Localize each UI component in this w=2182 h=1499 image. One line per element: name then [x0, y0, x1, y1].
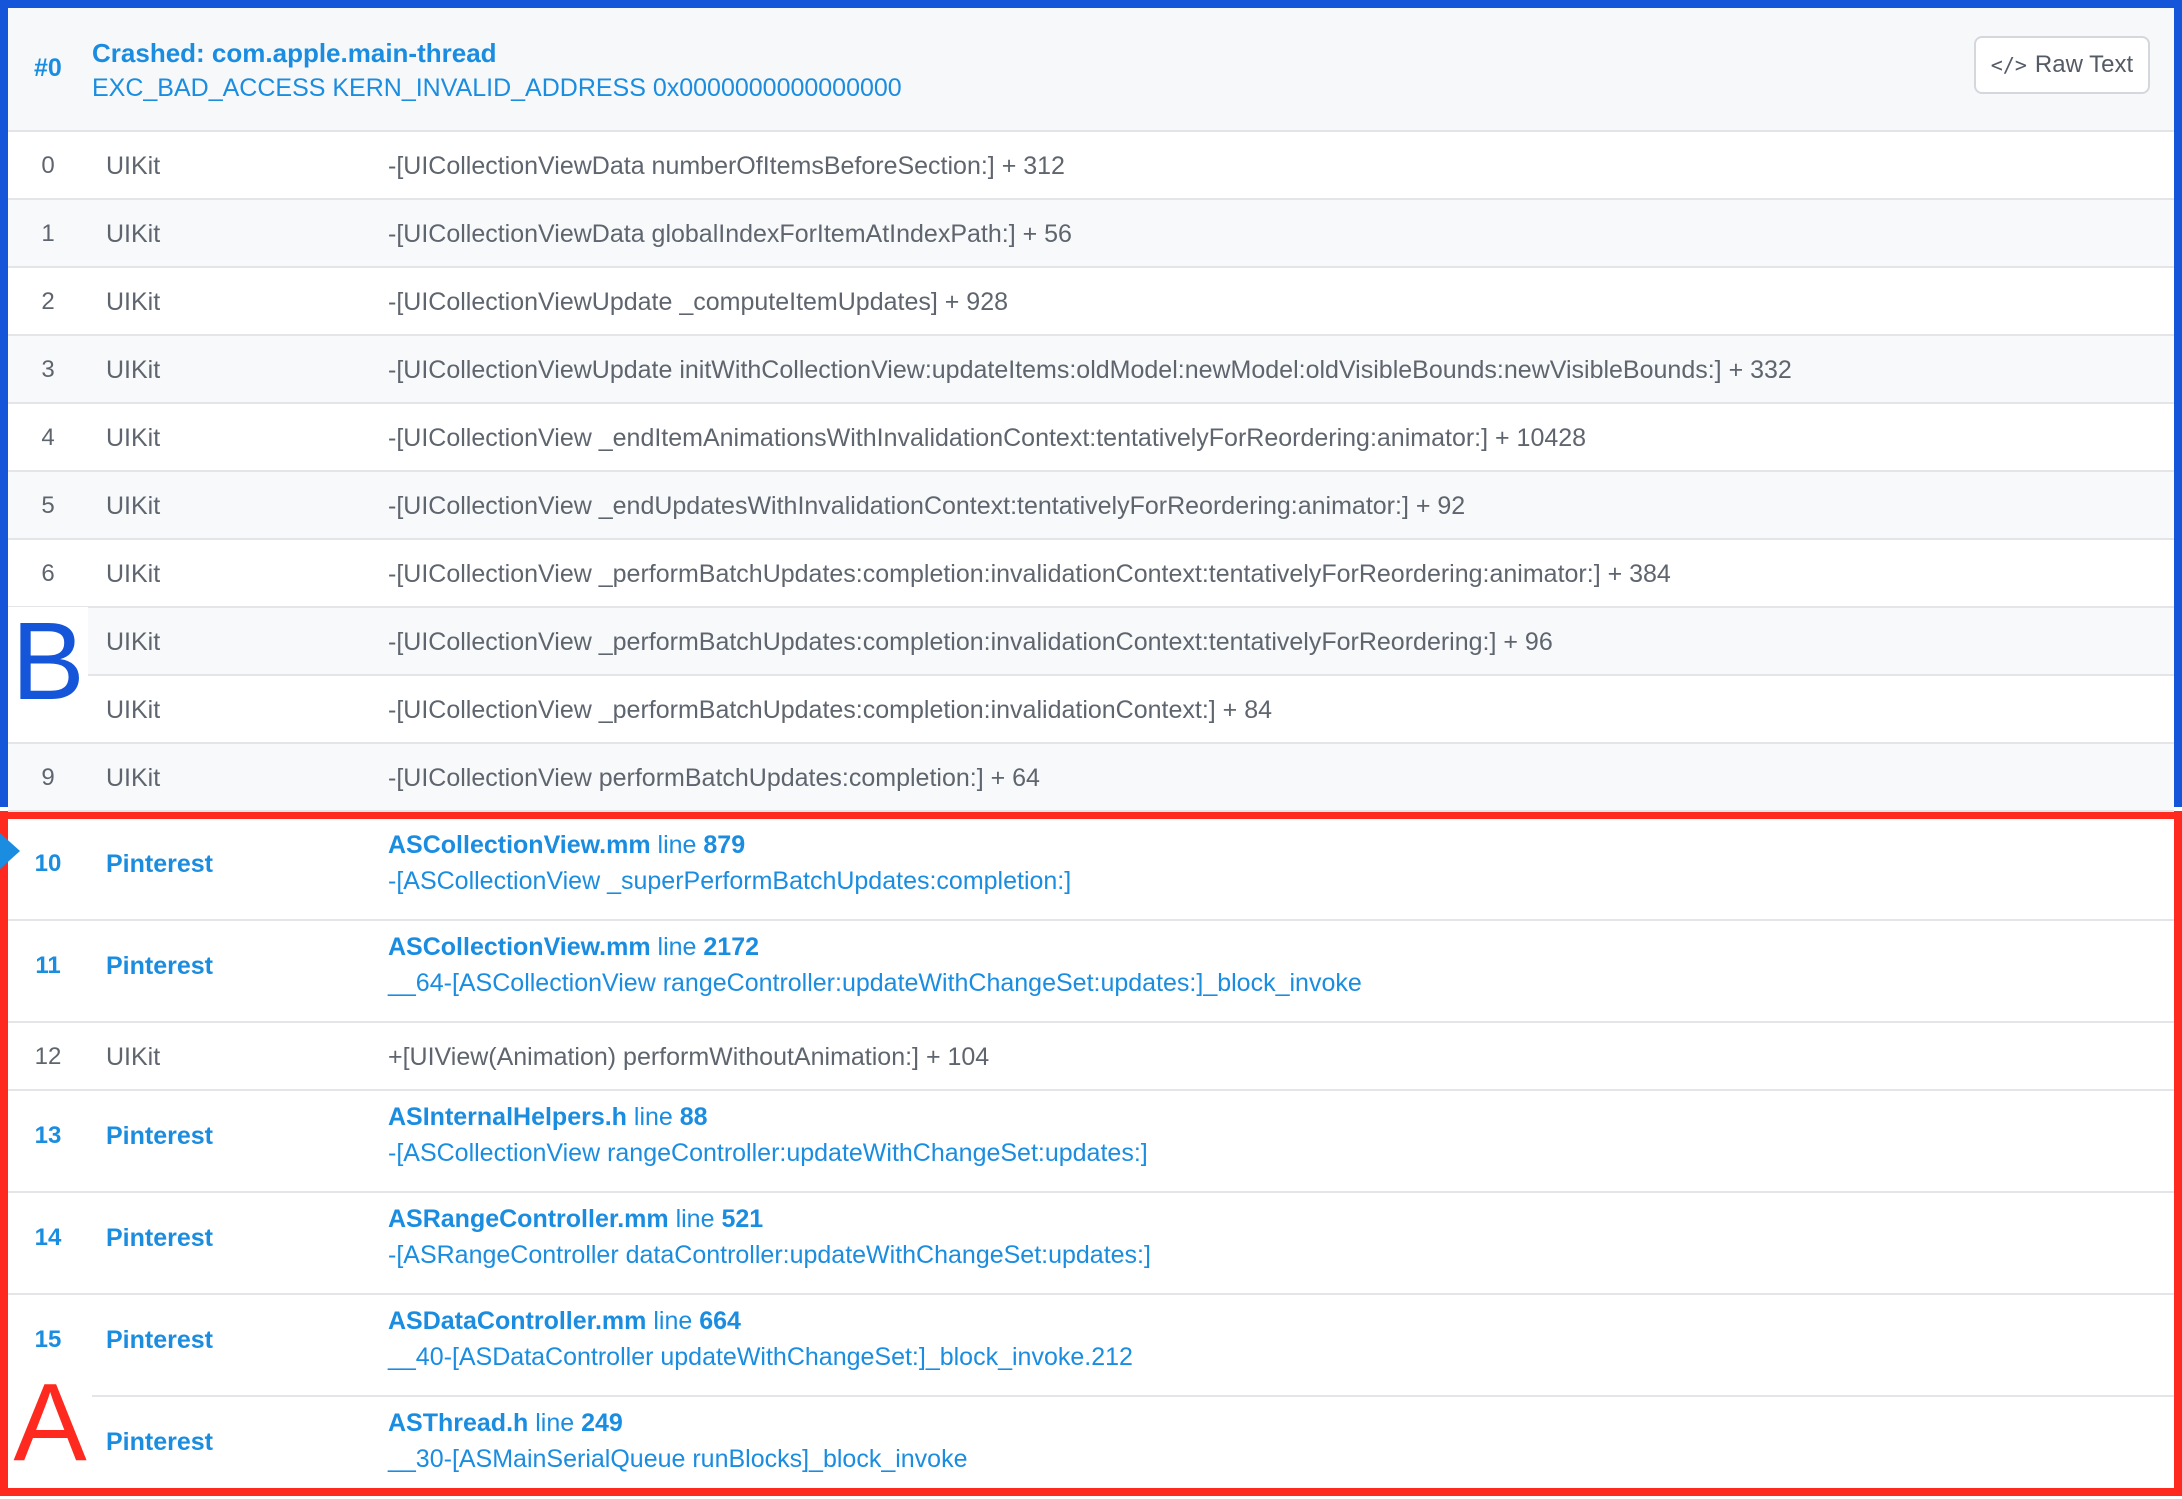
table-row[interactable]: Pinterest ASThread.h line 249 __30-[ASMain… [8, 1397, 2174, 1499]
frame-library: UIKit [106, 220, 161, 248]
table-row[interactable]: 14 Pinterest ASRangeController.mm line 521… [8, 1193, 2174, 1295]
source-location[interactable]: ASCollectionView.mm line 879 [388, 831, 745, 860]
source-location[interactable]: ASCollectionView.mm line 2172 [388, 933, 759, 962]
frame-function: -[ASRangeController dataController:updat… [388, 1241, 1151, 1269]
frame-number: 12 [34, 1043, 62, 1070]
table-row[interactable]: 9 UIKit -[UICollectionView performBatchUpd… [8, 744, 2174, 812]
frame-library: UIKit [106, 764, 161, 792]
line-label: line [535, 1409, 575, 1437]
table-row[interactable]: 1 UIKit -[UICollectionViewData globalIndex… [8, 200, 2174, 268]
frame-number: 5 [41, 492, 55, 519]
table-row[interactable]: 15 Pinterest ASDataController.mm line 664 _… [8, 1295, 2174, 1397]
frame-symbol: -[UICollectionView _endItemAnimationsWit… [388, 424, 1587, 452]
selected-frame-marker-icon [0, 833, 20, 869]
frame-symbol: -[UICollectionView _endUpdatesWithInvali… [388, 492, 1466, 520]
frame-number: 9 [41, 764, 55, 791]
crash-header: #0 Crashed: com.apple.main-thread EXC_BA… [8, 8, 2174, 132]
source-file-name: ASDataController.mm [388, 1307, 647, 1335]
frame-symbol: -[UICollectionView _performBatchUpdates:… [388, 696, 1273, 724]
crash-reason: EXC_BAD_ACCESS KERN_INVALID_ADDRESS 0x00… [92, 74, 902, 102]
table-row[interactable]: UIKit -[UICollectionView _performBatchUpd… [8, 608, 2174, 676]
frame-library: UIKit [106, 696, 161, 724]
frame-number: 15 [34, 1326, 62, 1353]
source-file-name: ASThread.h [388, 1409, 529, 1437]
frame-library: Pinterest [106, 952, 213, 980]
frame-number: 1 [41, 220, 55, 247]
frame-function: -[ASCollectionView rangeController:updat… [388, 1139, 1148, 1167]
frame-symbol: -[UICollectionViewUpdate _computeItemUpd… [388, 288, 1009, 316]
table-row[interactable]: 2 UIKit -[UICollectionViewUpdate _computeI… [8, 268, 2174, 336]
frame-library: UIKit [106, 1043, 161, 1071]
frame-symbol: -[UICollectionViewUpdate initWithCollect… [388, 356, 1792, 384]
frame-function: __40-[ASDataController updateWithChangeS… [388, 1343, 1133, 1371]
source-location[interactable]: ASInternalHelpers.h line 88 [388, 1103, 708, 1132]
raw-text-button[interactable]: </> Raw Text [1974, 36, 2150, 94]
frame-library: UIKit [106, 356, 161, 384]
table-row[interactable]: 6 UIKit -[UICollectionView _performBatchUp… [8, 540, 2174, 608]
frame-library: UIKit [106, 492, 161, 520]
line-label: line [633, 1103, 673, 1131]
frame-symbol: -[UICollectionView _performBatchUpdates:… [388, 560, 1671, 588]
frame-number: 10 [34, 850, 62, 877]
line-number: 249 [581, 1409, 623, 1437]
frame-number: 4 [41, 424, 55, 451]
code-icon: </> [1990, 53, 2027, 77]
source-location[interactable]: ASThread.h line 249 [388, 1409, 623, 1438]
annotation-label-b: B [8, 607, 88, 733]
source-file-name: ASCollectionView.mm [388, 831, 651, 859]
frame-library: Pinterest [106, 850, 213, 878]
line-number: 664 [699, 1307, 741, 1335]
frame-library: UIKit [106, 628, 161, 656]
source-location[interactable]: ASRangeController.mm line 521 [388, 1205, 763, 1234]
frame-function: __30-[ASMainSerialQueue runBlocks]_block… [388, 1445, 968, 1473]
table-row[interactable]: 5 UIKit -[UICollectionView _endUpdatesWith… [8, 472, 2174, 540]
frame-library: Pinterest [106, 1122, 213, 1150]
frame-symbol: -[UICollectionView performBatchUpdates:c… [388, 764, 1040, 792]
frame-function: -[ASCollectionView _superPerformBatchUpd… [388, 867, 1072, 895]
frame-library: UIKit [106, 560, 161, 588]
raw-text-label: Raw Text [2034, 51, 2134, 78]
line-number: 879 [703, 831, 746, 859]
source-file-name: ASInternalHelpers.h [388, 1103, 627, 1131]
frame-symbol: +[UIView(Animation) performWithoutAnimat… [388, 1043, 990, 1071]
frame-symbol: -[UICollectionViewData globalIndexForIte… [388, 220, 1072, 248]
frame-number: 13 [34, 1122, 62, 1149]
table-row[interactable]: 4 UIKit -[UICollectionView _endItemAnimati… [8, 404, 2174, 472]
table-row[interactable]: 10 Pinterest ASCollectionView.mm line 879 -… [0, 819, 2174, 921]
frame-symbol: -[UICollectionView _performBatchUpdates:… [388, 628, 1553, 656]
line-label: line [653, 1307, 693, 1335]
frame-number: 3 [41, 356, 55, 383]
line-number: 88 [679, 1103, 708, 1131]
frame-library: Pinterest [106, 1326, 213, 1354]
source-file-name: ASCollectionView.mm [388, 933, 651, 961]
frame-number: 11 [35, 952, 61, 979]
annotation-label-a: A [8, 1368, 92, 1484]
table-row[interactable]: 13 Pinterest ASInternalHelpers.h line 88 -[… [8, 1091, 2174, 1193]
frame-number: 0 [41, 152, 55, 179]
frame-number: 2 [41, 288, 55, 315]
frame-number: 6 [41, 560, 55, 587]
frame-library: UIKit [106, 424, 161, 452]
frame-number: 14 [34, 1224, 62, 1251]
thread-index: #0 [34, 54, 62, 82]
table-row[interactable]: UIKit -[UICollectionView _performBatchUpd… [8, 676, 2174, 744]
frame-library: Pinterest [106, 1224, 213, 1252]
frame-library: UIKit [106, 152, 161, 180]
frame-symbol: -[UICollectionViewData numberOfItemsBefo… [388, 152, 1065, 180]
line-number: 521 [721, 1205, 764, 1233]
line-label: line [675, 1205, 715, 1233]
frame-library: Pinterest [106, 1428, 213, 1456]
table-row[interactable]: 11 Pinterest ASCollectionView.mm line 2172… [8, 921, 2174, 1023]
source-file-name: ASRangeController.mm [388, 1205, 669, 1233]
line-label: line [657, 831, 697, 859]
frame-function: __64-[ASCollectionView rangeController:u… [388, 969, 1362, 997]
frame-library: UIKit [106, 288, 161, 316]
line-label: line [657, 933, 697, 961]
table-row[interactable]: 0 UIKit -[UICollectionViewData numberOfIte… [8, 132, 2174, 200]
table-row[interactable]: 3 UIKit -[UICollectionViewUpdate initWithC… [8, 336, 2174, 404]
source-location[interactable]: ASDataController.mm line 664 [388, 1307, 741, 1336]
table-row[interactable]: 12 UIKit +[UIView(Animation) performWithou… [8, 1023, 2174, 1091]
line-number: 2172 [703, 933, 760, 961]
crash-title: Crashed: com.apple.main-thread [92, 38, 497, 68]
